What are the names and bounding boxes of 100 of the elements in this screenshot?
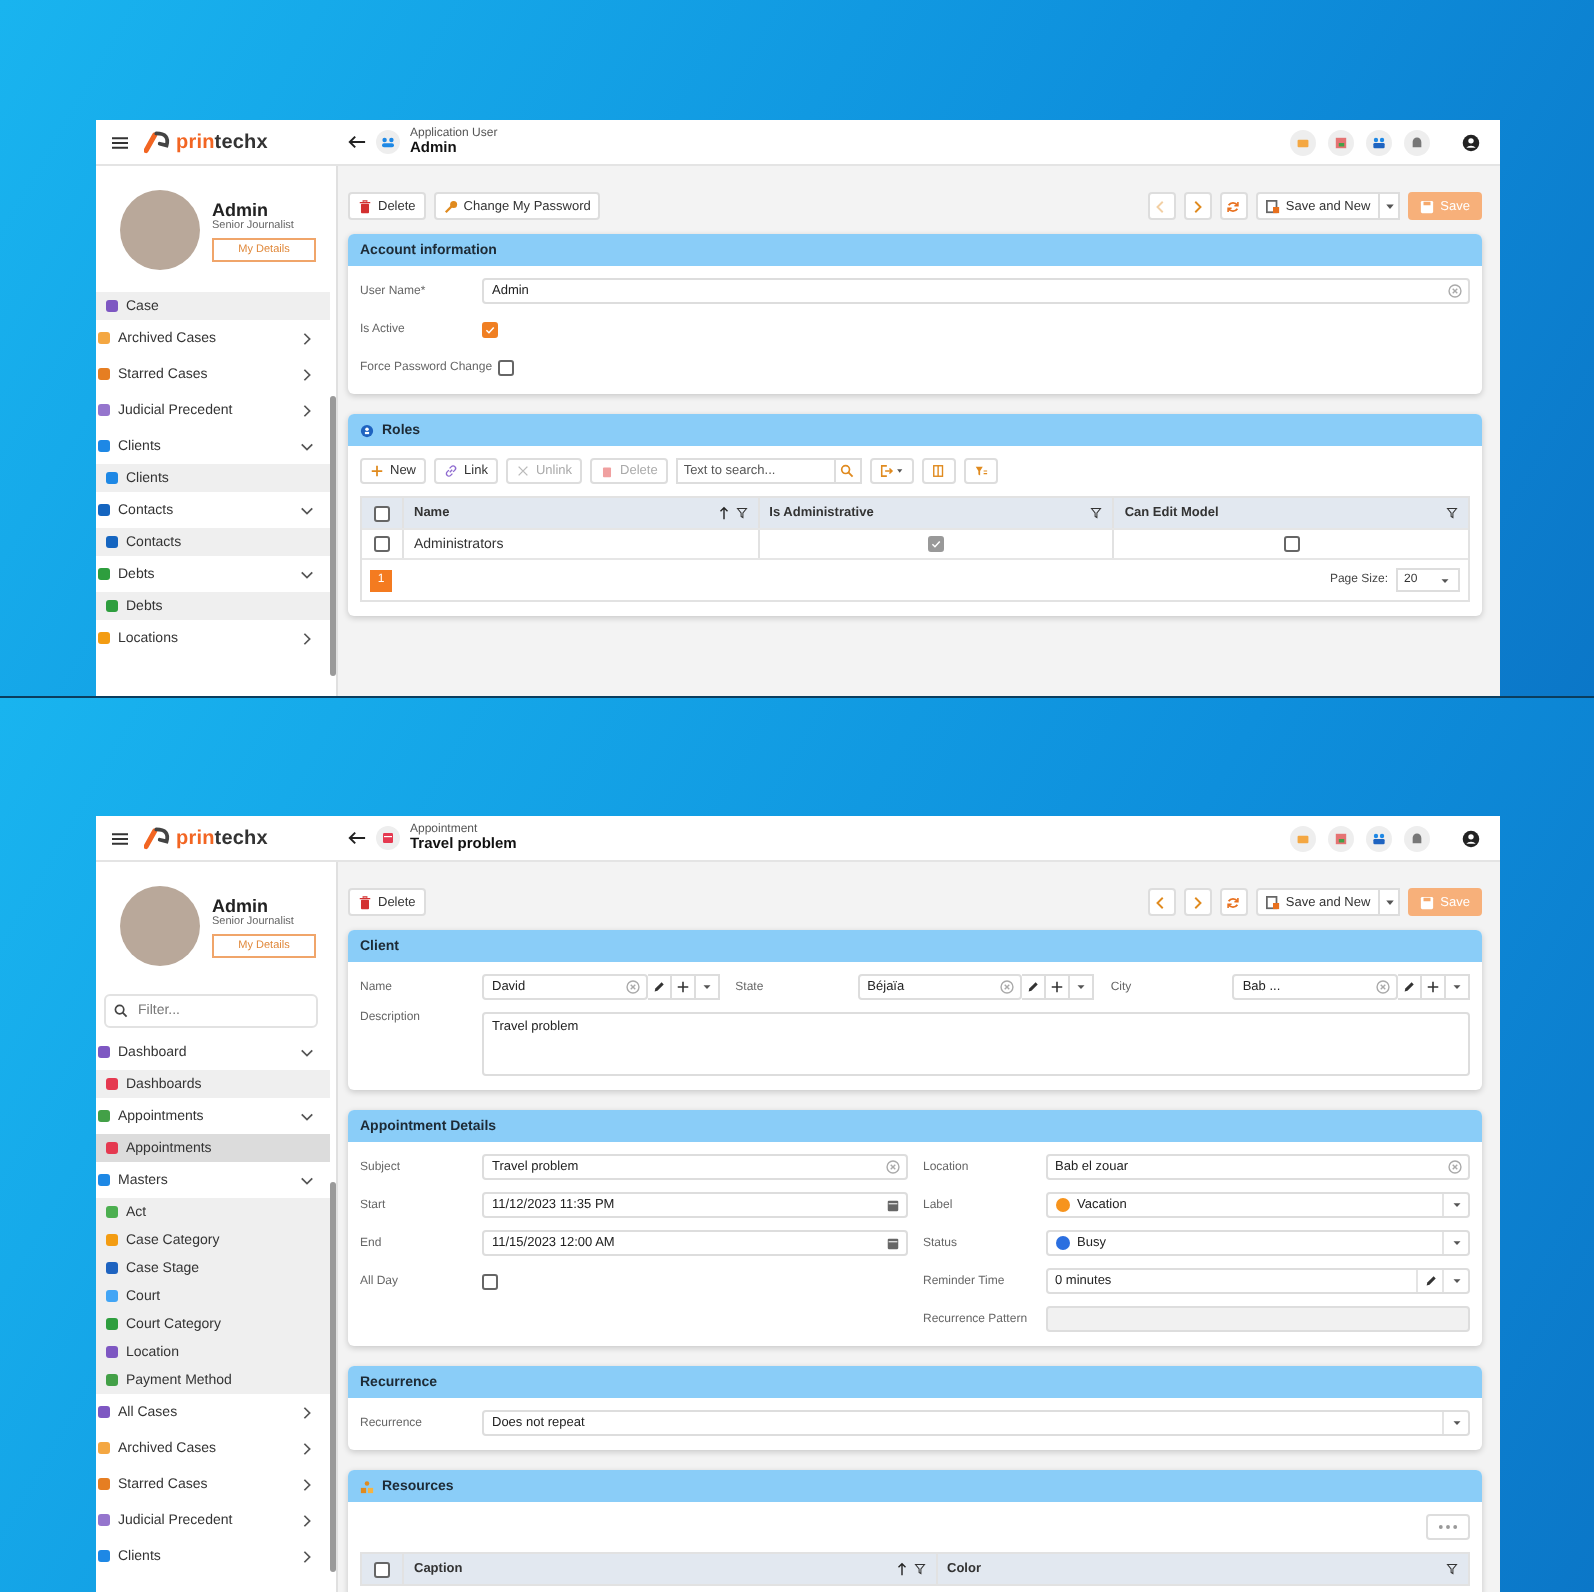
cross-icon — [515, 464, 530, 478]
logo-text: printechx — [176, 827, 268, 849]
chevron-right-icon[interactable] — [300, 1513, 314, 1527]
refresh-icon — [1226, 895, 1241, 909]
logo-text: printechx — [176, 131, 268, 153]
row-checkbox[interactable] — [374, 536, 390, 552]
dropdown-button[interactable] — [1380, 888, 1401, 916]
edit-button[interactable] — [1022, 974, 1047, 1000]
scrollbar[interactable] — [330, 395, 336, 676]
next-button[interactable] — [1183, 192, 1212, 220]
plus-icon — [675, 980, 690, 994]
caret-icon[interactable] — [1449, 1416, 1463, 1430]
avatar — [120, 190, 200, 270]
chevron-right-icon[interactable] — [300, 1441, 314, 1455]
back-arrow-icon[interactable] — [348, 830, 366, 846]
columns-icon — [931, 464, 946, 478]
chevron-right-icon[interactable] — [300, 1549, 314, 1563]
filter-button[interactable] — [963, 458, 998, 484]
pencil-icon — [1402, 980, 1417, 994]
users-icon — [376, 130, 400, 154]
filter-icon[interactable] — [1446, 506, 1459, 520]
edit-button[interactable] — [647, 974, 672, 1000]
filter-icon — [973, 464, 988, 478]
calendar-icon[interactable] — [885, 1236, 899, 1250]
more-icon — [1436, 1520, 1460, 1534]
chevron-down-icon[interactable] — [300, 1045, 314, 1059]
select-all-checkbox[interactable] — [374, 1561, 390, 1577]
save-new-icon — [1265, 895, 1280, 909]
bell-icon[interactable] — [1404, 129, 1430, 155]
account-icon[interactable] — [1462, 829, 1480, 847]
caret-icon[interactable] — [1449, 1236, 1463, 1250]
add-button[interactable] — [671, 974, 696, 1000]
checkbox[interactable] — [498, 359, 515, 375]
chevron-right-icon[interactable] — [300, 403, 314, 417]
sort-ascending-icon[interactable] — [895, 1562, 907, 1576]
avatar — [120, 886, 200, 966]
calendar-icon[interactable] — [885, 1198, 899, 1212]
caret-icon — [1450, 980, 1465, 994]
select-all-checkbox[interactable] — [374, 505, 390, 521]
chevron-right-icon[interactable] — [300, 1405, 314, 1419]
export-button[interactable] — [869, 458, 914, 484]
refresh-button[interactable] — [1219, 192, 1248, 220]
bell-icon[interactable] — [1404, 825, 1430, 851]
search-button[interactable] — [835, 458, 862, 484]
key-icon — [443, 199, 458, 213]
checkbox[interactable] — [482, 321, 498, 337]
resources-icon — [360, 1479, 374, 1493]
people-icon[interactable] — [1366, 825, 1392, 851]
chevron-right-icon[interactable] — [300, 331, 314, 345]
calendar-icon[interactable] — [1328, 825, 1354, 851]
export-icon — [879, 464, 904, 478]
logo-mark-icon — [144, 130, 172, 154]
chevron-down-icon[interactable] — [300, 503, 314, 517]
pencil-icon — [651, 980, 666, 994]
link-icon — [444, 464, 459, 478]
chevron-right-icon[interactable] — [300, 1477, 314, 1491]
chevron-left-icon — [1154, 199, 1169, 213]
filter-icon[interactable] — [913, 1562, 925, 1576]
caret-icon[interactable] — [1449, 1198, 1463, 1212]
edit-button[interactable] — [1398, 974, 1423, 1000]
add-button[interactable] — [1046, 974, 1071, 1000]
scrollbar[interactable] — [330, 1181, 336, 1572]
back-arrow-icon[interactable] — [348, 134, 366, 150]
pencil-icon[interactable] — [1423, 1274, 1437, 1288]
previous-button[interactable] — [1147, 888, 1176, 916]
next-button[interactable] — [1183, 888, 1212, 916]
plus-icon — [1426, 980, 1441, 994]
trash-icon — [358, 199, 372, 213]
chevron-right-icon[interactable] — [300, 631, 314, 645]
sort-ascending-icon[interactable] — [717, 506, 730, 520]
chevron-down-icon[interactable] — [300, 1109, 314, 1123]
account-icon[interactable] — [1462, 133, 1480, 151]
column-chooser-button[interactable] — [921, 458, 956, 484]
chevron-right-icon[interactable] — [300, 367, 314, 381]
checkbox[interactable] — [482, 1273, 498, 1289]
caret-icon — [1383, 200, 1396, 212]
search-icon — [114, 1004, 128, 1018]
chevron-down-icon[interactable] — [300, 1173, 314, 1187]
caret-icon[interactable] — [1449, 1274, 1463, 1288]
calendar-icon[interactable] — [1328, 129, 1354, 155]
roles-icon — [360, 423, 374, 437]
dropdown-button[interactable] — [1380, 192, 1401, 220]
people-icon[interactable] — [1366, 129, 1392, 155]
menu-icon[interactable] — [112, 831, 128, 845]
chevron-down-icon[interactable] — [300, 567, 314, 581]
caret-icon — [1438, 573, 1452, 587]
filter-icon[interactable] — [1446, 1562, 1458, 1576]
chevron-left-icon — [1154, 895, 1169, 909]
menu-icon[interactable] — [112, 135, 128, 149]
chevron-right-icon — [1190, 199, 1205, 213]
filter-icon[interactable] — [1090, 506, 1103, 520]
trash-icon — [358, 895, 372, 909]
add-button[interactable] — [1422, 974, 1447, 1000]
user-name: Admin — [212, 895, 268, 915]
pencil-icon — [1026, 980, 1041, 994]
chevron-down-icon[interactable] — [300, 439, 314, 453]
caret-icon — [1074, 980, 1089, 994]
filter-icon[interactable] — [735, 506, 748, 520]
refresh-button[interactable] — [1219, 888, 1248, 916]
plus-icon — [1050, 980, 1065, 994]
